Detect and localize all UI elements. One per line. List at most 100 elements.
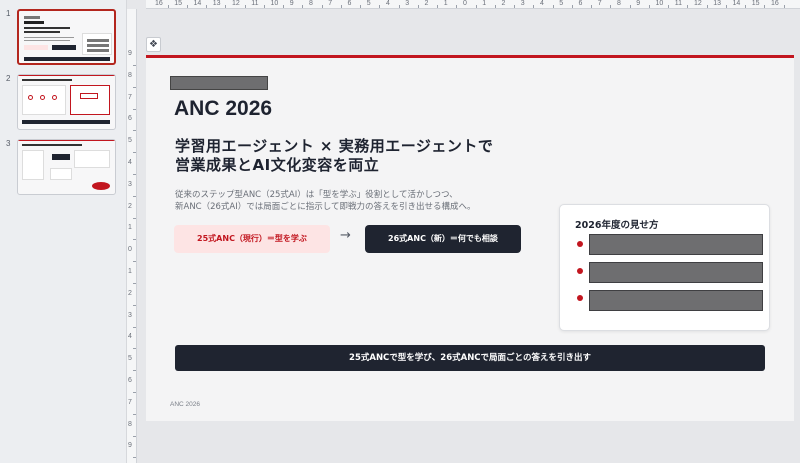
thumb-banner bbox=[22, 120, 110, 124]
thumb-card bbox=[74, 150, 110, 168]
ruler-tick bbox=[167, 5, 169, 8]
ruler-label: 3 bbox=[128, 311, 132, 319]
ruler-tick bbox=[133, 457, 136, 459]
ruler-tick bbox=[379, 5, 381, 8]
ruler-label: 7 bbox=[597, 0, 602, 7]
ruler-label: 6 bbox=[128, 115, 132, 123]
slide-title[interactable]: ANC 2026 bbox=[174, 97, 272, 121]
ruler-label: 16 bbox=[771, 0, 779, 7]
thumb-card-bar bbox=[87, 49, 109, 52]
ruler-tick bbox=[133, 130, 136, 132]
ruler-tick bbox=[133, 435, 136, 437]
ruler-label: 6 bbox=[128, 377, 132, 384]
layout-icon[interactable]: ❖ bbox=[146, 37, 161, 52]
thumb-pill bbox=[24, 45, 48, 50]
ruler-label: 8 bbox=[309, 0, 313, 7]
thumb-circle bbox=[52, 95, 57, 100]
slide-thumbnail-pane: 1 2 3 bbox=[0, 0, 127, 463]
ruler-label: 3 bbox=[128, 180, 132, 188]
ruler-label: 1 bbox=[128, 224, 132, 232]
thumb-box bbox=[80, 93, 98, 99]
ruler-label: 15 bbox=[751, 0, 760, 7]
headline-line-2[interactable]: 営業成果とAI文化変容を両立 bbox=[175, 154, 379, 175]
thumb-headline-line bbox=[24, 31, 60, 33]
ruler-tick bbox=[321, 5, 323, 8]
ruler-label: 2 bbox=[128, 289, 132, 297]
ruler-tick bbox=[133, 195, 136, 197]
vision-card[interactable]: 2026年度の見せ方 bbox=[559, 204, 770, 331]
ruler-label: 0 bbox=[463, 0, 467, 7]
thumb-list bbox=[22, 150, 44, 180]
ruler-tick bbox=[783, 5, 785, 8]
ruler-tick bbox=[133, 173, 136, 175]
thumb-card bbox=[50, 168, 72, 180]
ruler-tick bbox=[591, 5, 593, 8]
slide-thumbnail-2[interactable] bbox=[17, 74, 116, 130]
thumb-top-rule bbox=[18, 75, 115, 76]
thumb-headline-line bbox=[24, 27, 70, 29]
ruler-label: 13 bbox=[713, 0, 722, 7]
ruler-tick bbox=[398, 5, 400, 8]
thumb-box bbox=[52, 154, 70, 160]
vision-placeholder-2[interactable] bbox=[589, 262, 763, 283]
ruler-tick bbox=[133, 64, 136, 66]
ruler-label: 3 bbox=[405, 0, 410, 7]
thumb-top-rule bbox=[18, 140, 115, 141]
ruler-tick bbox=[514, 5, 516, 8]
ruler-tick bbox=[629, 5, 631, 8]
ruler-label: 12 bbox=[232, 0, 240, 7]
new-anc-pill[interactable]: 26式ANC（新）＝何でも相談 bbox=[365, 225, 521, 253]
ruler-label: 4 bbox=[540, 0, 544, 7]
ruler-label: 10 bbox=[655, 0, 664, 7]
ruler-label: 5 bbox=[128, 355, 132, 363]
body-text-line-2[interactable]: 新ANC（26式AI）では局面ごとに指示して即戦力の答えを引き出せる構成へ。 bbox=[175, 200, 476, 212]
bullet-dot-icon bbox=[577, 241, 583, 247]
ruler-tick bbox=[133, 348, 136, 350]
ruler-label: 2 bbox=[501, 0, 506, 7]
ruler-label: 3 bbox=[520, 0, 525, 7]
ruler-label: 0 bbox=[128, 246, 132, 254]
ruler-tick bbox=[302, 5, 304, 8]
ruler-label: 5 bbox=[559, 0, 564, 7]
ruler-label: 6 bbox=[347, 0, 352, 7]
ruler-label: 5 bbox=[366, 0, 371, 7]
ruler-label: 2 bbox=[128, 202, 132, 210]
ruler-label: 9 bbox=[289, 0, 294, 7]
thumbnail-number: 3 bbox=[6, 139, 11, 148]
ruler-label: 8 bbox=[617, 0, 621, 7]
ruler-label: 12 bbox=[694, 0, 702, 7]
ruler-label: 11 bbox=[674, 0, 683, 7]
ruler-tick bbox=[494, 5, 496, 8]
thumbnail-number: 1 bbox=[6, 9, 11, 18]
vision-placeholder-3[interactable] bbox=[589, 290, 763, 311]
summary-banner[interactable]: 25式ANCで型を学び、26式ANCで局面ごとの答えを引き出す bbox=[175, 345, 765, 371]
ruler-tick bbox=[133, 261, 136, 263]
ruler-label: 7 bbox=[128, 93, 132, 101]
ruler-tick bbox=[552, 5, 554, 8]
current-anc-pill[interactable]: 25式ANC（現行）＝型を学ぶ bbox=[174, 225, 330, 253]
slide-thumbnail-3[interactable] bbox=[17, 139, 116, 195]
ruler-tick bbox=[475, 5, 477, 8]
thumbnail-number: 2 bbox=[6, 74, 11, 83]
slide-thumbnail-1[interactable] bbox=[17, 9, 116, 65]
headline-line-1[interactable]: 学習用エージェント × 実務用エージェントで bbox=[175, 135, 493, 156]
slide-footer: ANC 2026 bbox=[170, 401, 200, 408]
tag-placeholder bbox=[170, 76, 268, 90]
ruler-label: 8 bbox=[128, 420, 132, 428]
vision-placeholder-1[interactable] bbox=[589, 234, 763, 255]
body-text-line-1[interactable]: 従来のステップ型ANC（25式AI）は「型を学ぶ」役割として活かしつつ、 bbox=[175, 188, 458, 200]
ruler-label: 2 bbox=[424, 0, 429, 7]
thumb-title-line bbox=[24, 21, 44, 24]
thumb-body-line bbox=[24, 40, 70, 41]
ruler-tick bbox=[340, 5, 342, 8]
ruler-tick bbox=[456, 5, 458, 8]
ruler-label: 13 bbox=[212, 0, 221, 7]
thumb-card-bar bbox=[87, 44, 109, 47]
thumb-headline-line bbox=[22, 79, 72, 81]
ruler-tick bbox=[745, 5, 747, 8]
ruler-tick bbox=[283, 5, 285, 8]
arrow-right-icon: → bbox=[340, 228, 351, 243]
ruler-label: 15 bbox=[174, 0, 183, 7]
bullet-dot-icon bbox=[577, 268, 583, 274]
slide[interactable]: ANC 2026 学習用エージェント × 実務用エージェントで 営業成果とAI文… bbox=[146, 55, 794, 421]
